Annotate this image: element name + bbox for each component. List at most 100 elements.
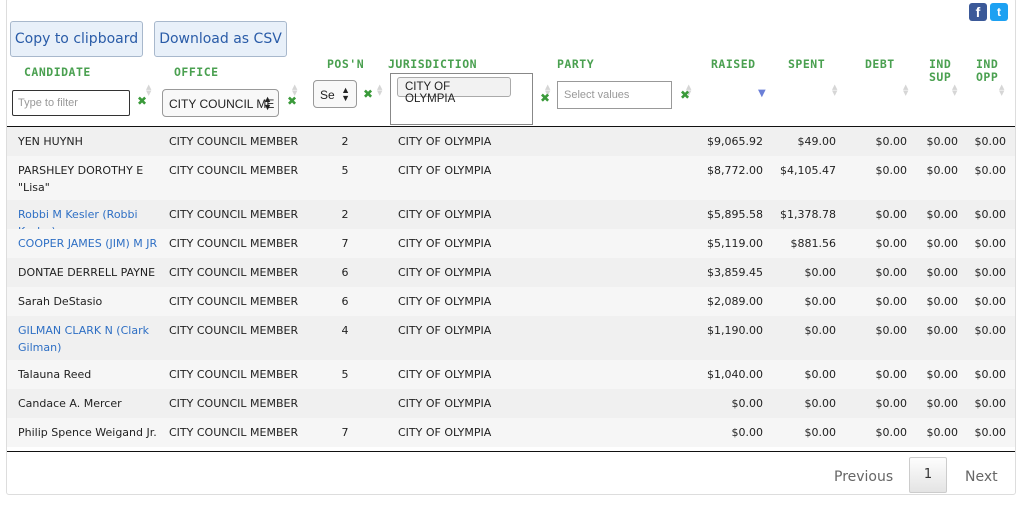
ind-opp-cell: $0.00 xyxy=(974,295,1007,308)
raised-cell: $5,895.58 xyxy=(707,208,763,221)
ind-sup-cell: $0.00 xyxy=(926,208,959,221)
clear-office-filter-icon[interactable]: ✖ xyxy=(287,94,297,108)
clear-candidate-filter-icon[interactable]: ✖ xyxy=(137,94,147,108)
raised-cell: $2,089.00 xyxy=(707,295,763,308)
position-cell: 5 xyxy=(341,368,349,381)
ind-opp-cell: $0.00 xyxy=(974,164,1007,177)
sort-raised-desc-icon[interactable]: ▼ xyxy=(758,89,766,101)
candidate-cell: YEN HUYNH xyxy=(18,133,158,150)
ind-sup-cell: $0.00 xyxy=(926,237,959,250)
raised-cell: $1,040.00 xyxy=(707,368,763,381)
header-ind-opp[interactable]: IND OPP xyxy=(976,58,998,84)
pagination-next[interactable]: Next xyxy=(965,469,998,485)
jurisdiction-cell: CITY OF OLYMPIA xyxy=(398,295,492,308)
ind-opp-cell: $0.00 xyxy=(974,237,1007,250)
sort-ind-sup-icon[interactable]: ▲ ▼ xyxy=(952,84,958,97)
position-filter-select[interactable]: Se ▲ ▼ xyxy=(313,80,357,108)
jurisdiction-cell: CITY OF OLYMPIA xyxy=(398,324,492,337)
spent-cell: $0.00 xyxy=(804,295,837,308)
clear-position-filter-icon[interactable]: ✖ xyxy=(363,87,373,101)
twitter-icon[interactable]: t xyxy=(990,3,1008,21)
table-row: PARSHLEY DOROTHY E "Lisa"(LISA PARSHLEY)… xyxy=(7,156,1015,211)
ind-opp-cell: $0.00 xyxy=(974,324,1007,337)
table-row: Sarah DeStasio CITY COUNCIL MEMBER 6 CITY O… xyxy=(7,287,1015,316)
table-row: DONTAE DERRELL PAYNE CITY COUNCIL MEMBER 6… xyxy=(7,258,1015,287)
header-raised[interactable]: RAISED xyxy=(711,58,756,71)
candidate-cell[interactable]: COOPER JAMES (JIM) M JR xyxy=(18,235,158,252)
office-cell: CITY COUNCIL MEMBER xyxy=(169,237,299,250)
clear-party-filter-icon[interactable]: ✖ xyxy=(680,88,690,102)
raised-cell: $9,065.92 xyxy=(707,135,763,148)
position-cell: 2 xyxy=(341,135,349,148)
ind-sup-cell: $0.00 xyxy=(926,397,959,410)
candidate-name-line[interactable]: COOPER JAMES (JIM) M JR xyxy=(18,235,158,252)
header-ind-sup[interactable]: IND SUP xyxy=(929,58,951,84)
debt-cell: $0.00 xyxy=(875,368,908,381)
table-row: Robbi M Kesler (Robbi Kesler)CITY COUNCI… xyxy=(7,200,1015,238)
spent-cell: $0.00 xyxy=(804,368,837,381)
sort-spent-icon[interactable]: ▲ ▼ xyxy=(832,84,838,97)
jurisdiction-cell: CITY OF OLYMPIA xyxy=(398,368,492,381)
footer-divider xyxy=(7,451,1015,452)
candidate-cell: Candace A. Mercer xyxy=(18,395,158,412)
pagination-current-page[interactable]: 1 xyxy=(909,457,947,493)
social-links: f t xyxy=(969,3,1008,21)
select-caret-icon: ▲ ▼ xyxy=(341,85,350,103)
jurisdiction-filter-multiselect[interactable]: CITY OF OLYMPIA xyxy=(390,73,533,125)
ind-sup-cell: $0.00 xyxy=(926,324,959,337)
clear-jurisdiction-filter-icon[interactable]: ✖ xyxy=(540,91,550,105)
candidate-name-line[interactable]: GILMAN CLARK N (Clark xyxy=(18,322,158,339)
debt-cell: $0.00 xyxy=(875,397,908,410)
position-cell: 7 xyxy=(341,237,349,250)
raised-cell: $0.00 xyxy=(731,397,764,410)
candidate-name-line[interactable]: Gilman) xyxy=(18,339,158,356)
header-office[interactable]: OFFICE xyxy=(174,66,219,79)
header-position[interactable]: POS'N xyxy=(327,58,364,71)
jurisdiction-selected-tag[interactable]: CITY OF OLYMPIA xyxy=(397,77,511,105)
spent-cell: $881.56 xyxy=(790,237,837,250)
position-cell: 4 xyxy=(341,324,349,337)
sort-ind-opp-icon[interactable]: ▲ ▼ xyxy=(999,84,1005,97)
download-csv-button[interactable]: Download as CSV xyxy=(154,21,287,57)
candidate-name-line: Philip Spence Weigand Jr. xyxy=(18,426,157,439)
party-filter-multiselect[interactable]: Select values xyxy=(557,81,672,109)
position-cell: 7 xyxy=(341,426,349,439)
candidate-filter-input[interactable]: Type to filter xyxy=(12,90,130,116)
ind-sup-cell: $0.00 xyxy=(926,266,959,279)
office-cell: CITY COUNCIL MEMBER xyxy=(169,266,299,279)
table-row: COOPER JAMES (JIM) M JR CITY COUNCIL MEMB… xyxy=(7,229,1015,258)
sort-position-icon[interactable]: ▲ ▼ xyxy=(377,84,383,97)
debt-cell: $0.00 xyxy=(875,324,908,337)
office-cell: CITY COUNCIL MEMBER xyxy=(169,164,299,177)
candidate-name-line: Candace A. Mercer xyxy=(18,397,122,410)
pagination-previous[interactable]: Previous xyxy=(834,469,893,485)
table-row: Candace A. Mercer CITY COUNCIL MEMBER CITY… xyxy=(7,389,1015,418)
office-filter-select[interactable]: CITY COUNCIL ME ▲ ▼ xyxy=(162,89,279,117)
copy-to-clipboard-button[interactable]: Copy to clipboard xyxy=(10,21,143,57)
debt-cell: $0.00 xyxy=(875,237,908,250)
office-cell: CITY COUNCIL MEMBER xyxy=(169,368,299,381)
table-row: Philip Spence Weigand Jr. CITY COUNCIL ME… xyxy=(7,418,1015,447)
candidate-cell[interactable]: GILMAN CLARK N (Clark Gilman) xyxy=(18,322,158,356)
spent-cell: $1,378.78 xyxy=(780,208,836,221)
table-row: Talauna Reed CITY COUNCIL MEMBER 5 CITY OF … xyxy=(7,360,1015,389)
header-spent[interactable]: SPENT xyxy=(788,58,825,71)
jurisdiction-cell: CITY OF OLYMPIA xyxy=(398,164,492,177)
header-party[interactable]: PARTY xyxy=(557,58,594,71)
jurisdiction-cell: CITY OF OLYMPIA xyxy=(398,135,492,148)
position-cell: 6 xyxy=(341,295,349,308)
header-candidate[interactable]: CANDIDATE xyxy=(24,66,91,79)
facebook-icon[interactable]: f xyxy=(969,3,987,21)
spent-cell: $0.00 xyxy=(804,266,837,279)
raised-cell: $0.00 xyxy=(731,426,764,439)
ind-opp-cell: $0.00 xyxy=(974,135,1007,148)
debt-cell: $0.00 xyxy=(875,164,908,177)
debt-cell: $0.00 xyxy=(875,426,908,439)
ind-sup-cell: $0.00 xyxy=(926,426,959,439)
header-debt[interactable]: DEBT xyxy=(865,58,895,71)
header-jurisdiction[interactable]: JURISDICTION xyxy=(388,58,477,71)
raised-cell: $1,190.00 xyxy=(707,324,763,337)
sort-debt-icon[interactable]: ▲ ▼ xyxy=(903,84,909,97)
raised-cell: $8,772.00 xyxy=(707,164,763,177)
raised-cell: $5,119.00 xyxy=(707,237,763,250)
